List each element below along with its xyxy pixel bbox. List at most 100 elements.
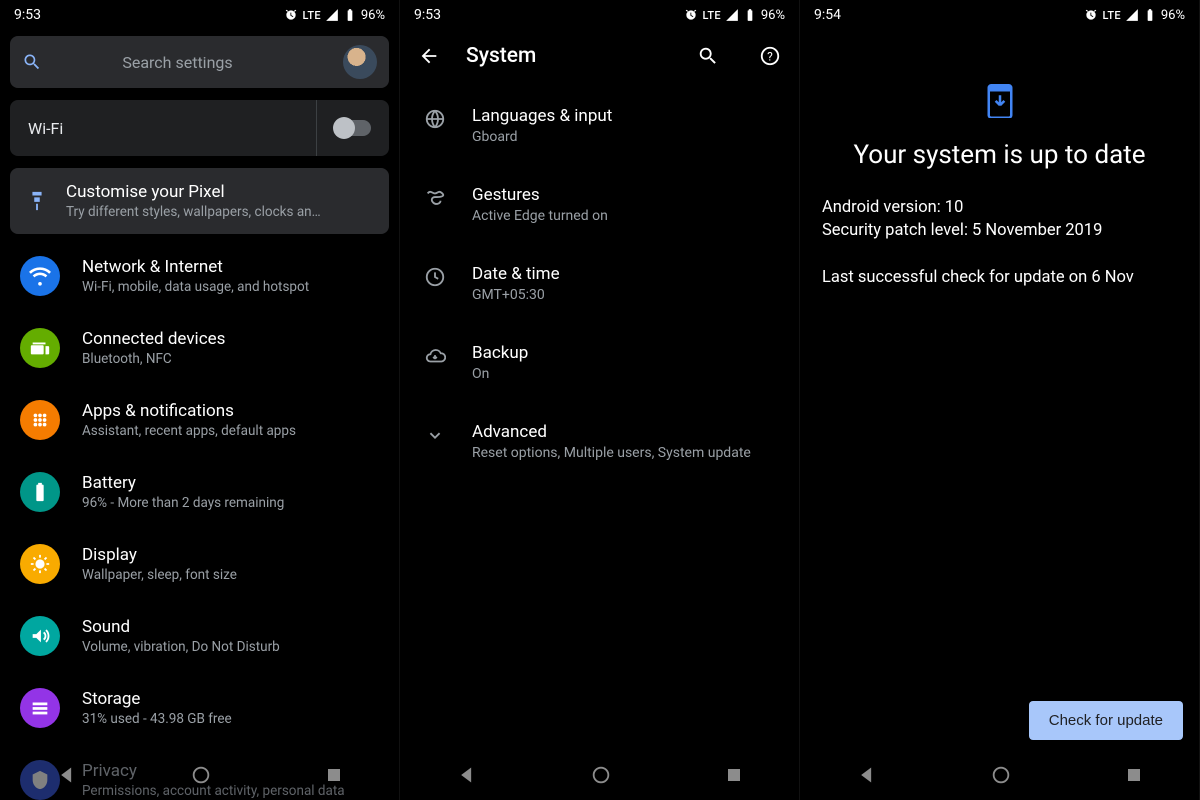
item-title: Apps & notifications (82, 401, 296, 421)
search-icon[interactable] (697, 45, 719, 67)
update-pane: Your system is up to date Android versio… (800, 30, 1199, 800)
wifi-toggle[interactable] (335, 120, 371, 136)
item-subtitle: Gboard (472, 129, 612, 145)
status-bar: 9:53 LTE 96% (400, 0, 799, 30)
navigation-bar (0, 750, 399, 800)
settings-item-battery[interactable]: Battery 96% - More than 2 days remaining (0, 456, 399, 528)
lte-label: LTE (702, 9, 720, 22)
wifi-label: Wi-Fi (28, 119, 63, 138)
storage-icon (20, 688, 60, 728)
item-title: Storage (82, 689, 232, 709)
system-list: Languages & input Gboard Gestures Active… (400, 86, 799, 481)
alarm-icon (1084, 8, 1098, 22)
display-icon (20, 544, 60, 584)
account-avatar[interactable] (343, 45, 377, 79)
customise-pixel-card[interactable]: Customise your Pixel Try different style… (10, 168, 389, 234)
item-title: Date & time (472, 264, 560, 284)
item-subtitle: Assistant, recent apps, default apps (82, 423, 296, 439)
status-icons: LTE 96% (284, 8, 385, 23)
nav-back-icon[interactable] (457, 765, 477, 785)
item-subtitle: Active Edge turned on (472, 208, 608, 224)
settings-item-wifi[interactable]: Network & Internet Wi-Fi, mobile, data u… (0, 240, 399, 312)
system-title: System (466, 44, 671, 68)
gesture-icon (424, 187, 446, 209)
nav-recent-icon[interactable] (1125, 766, 1143, 784)
wifi-icon (20, 256, 60, 296)
alarm-icon (284, 8, 298, 22)
svg-text:?: ? (767, 50, 773, 64)
item-title: Battery (82, 473, 284, 493)
battery-icon (343, 8, 357, 22)
item-subtitle: Volume, vibration, Do Not Disturb (82, 639, 280, 655)
update-headline: Your system is up to date (822, 140, 1177, 170)
nav-back-icon[interactable] (857, 765, 877, 785)
check-for-update-button[interactable]: Check for update (1029, 701, 1183, 740)
nav-home-icon[interactable] (590, 764, 612, 786)
alarm-icon (684, 8, 698, 22)
item-title: Sound (82, 617, 280, 637)
item-subtitle: Reset options, Multiple users, System up… (472, 445, 751, 461)
brush-icon (26, 190, 48, 212)
apps-icon (20, 400, 60, 440)
battery-percent: 96% (761, 8, 785, 23)
lte-label: LTE (1102, 9, 1120, 22)
sound-icon (20, 616, 60, 656)
item-title: Advanced (472, 422, 751, 442)
battery-icon (20, 472, 60, 512)
search-settings-bar[interactable]: Search settings (10, 36, 389, 88)
system-item-clock[interactable]: Date & time GMT+05:30 (400, 244, 799, 323)
navigation-bar (800, 750, 1199, 800)
wifi-quick-row[interactable]: Wi-Fi (10, 100, 389, 156)
item-title: Network & Internet (82, 257, 309, 277)
customise-subtitle: Try different styles, wallpapers, clocks… (66, 204, 321, 220)
signal-icon (725, 8, 739, 22)
nav-recent-icon[interactable] (725, 766, 743, 784)
item-subtitle: GMT+05:30 (472, 287, 560, 303)
status-bar: 9:53 LTE 96% (0, 0, 399, 30)
devices-icon (20, 328, 60, 368)
navigation-bar (400, 750, 799, 800)
status-time: 9:53 (14, 7, 41, 23)
nav-home-icon[interactable] (190, 764, 212, 786)
help-icon[interactable]: ? (759, 45, 781, 67)
status-icons: LTE 96% (1084, 8, 1185, 23)
system-item-gesture[interactable]: Gestures Active Edge turned on (400, 165, 799, 244)
last-check-line: Last successful check for update on 6 No… (822, 268, 1177, 287)
battery-percent: 96% (1161, 8, 1185, 23)
back-arrow-icon[interactable] (418, 45, 440, 67)
item-subtitle: Wallpaper, sleep, font size (82, 567, 237, 583)
item-title: Display (82, 545, 237, 565)
security-patch-line: Security patch level: 5 November 2019 (822, 221, 1177, 240)
item-subtitle: On (472, 366, 528, 382)
item-title: Languages & input (472, 106, 612, 126)
system-header: System ? (400, 30, 799, 86)
update-download-icon (985, 80, 1015, 122)
chevron-icon (424, 424, 446, 446)
settings-item-storage[interactable]: Storage 31% used - 43.98 GB free (0, 672, 399, 744)
system-screen: 9:53 LTE 96% System ? Languages & input … (400, 0, 800, 800)
search-placeholder: Search settings (26, 53, 329, 72)
lte-label: LTE (302, 9, 320, 22)
settings-item-devices[interactable]: Connected devices Bluetooth, NFC (0, 312, 399, 384)
settings-main-screen: 9:53 LTE 96% Search settings Wi-Fi Custo… (0, 0, 400, 800)
settings-item-apps[interactable]: Apps & notifications Assistant, recent a… (0, 384, 399, 456)
item-subtitle: Bluetooth, NFC (82, 351, 225, 367)
status-bar: 9:54 LTE 96% (800, 0, 1199, 30)
clock-icon (424, 266, 446, 288)
item-title: Connected devices (82, 329, 225, 349)
settings-item-sound[interactable]: Sound Volume, vibration, Do Not Disturb (0, 600, 399, 672)
item-subtitle: 96% - More than 2 days remaining (82, 495, 284, 511)
system-item-globe[interactable]: Languages & input Gboard (400, 86, 799, 165)
system-item-chevron[interactable]: Advanced Reset options, Multiple users, … (400, 402, 799, 481)
settings-item-display[interactable]: Display Wallpaper, sleep, font size (0, 528, 399, 600)
system-item-cloud[interactable]: Backup On (400, 323, 799, 402)
item-title: Backup (472, 343, 528, 363)
status-icons: LTE 96% (684, 8, 785, 23)
nav-back-icon[interactable] (57, 765, 77, 785)
android-version-line: Android version: 10 (822, 198, 1177, 217)
nav-recent-icon[interactable] (325, 766, 343, 784)
customise-title: Customise your Pixel (66, 182, 321, 202)
item-subtitle: Wi-Fi, mobile, data usage, and hotspot (82, 279, 309, 295)
nav-home-icon[interactable] (990, 764, 1012, 786)
system-update-screen: 9:54 LTE 96% Your system is up to date A… (800, 0, 1200, 800)
